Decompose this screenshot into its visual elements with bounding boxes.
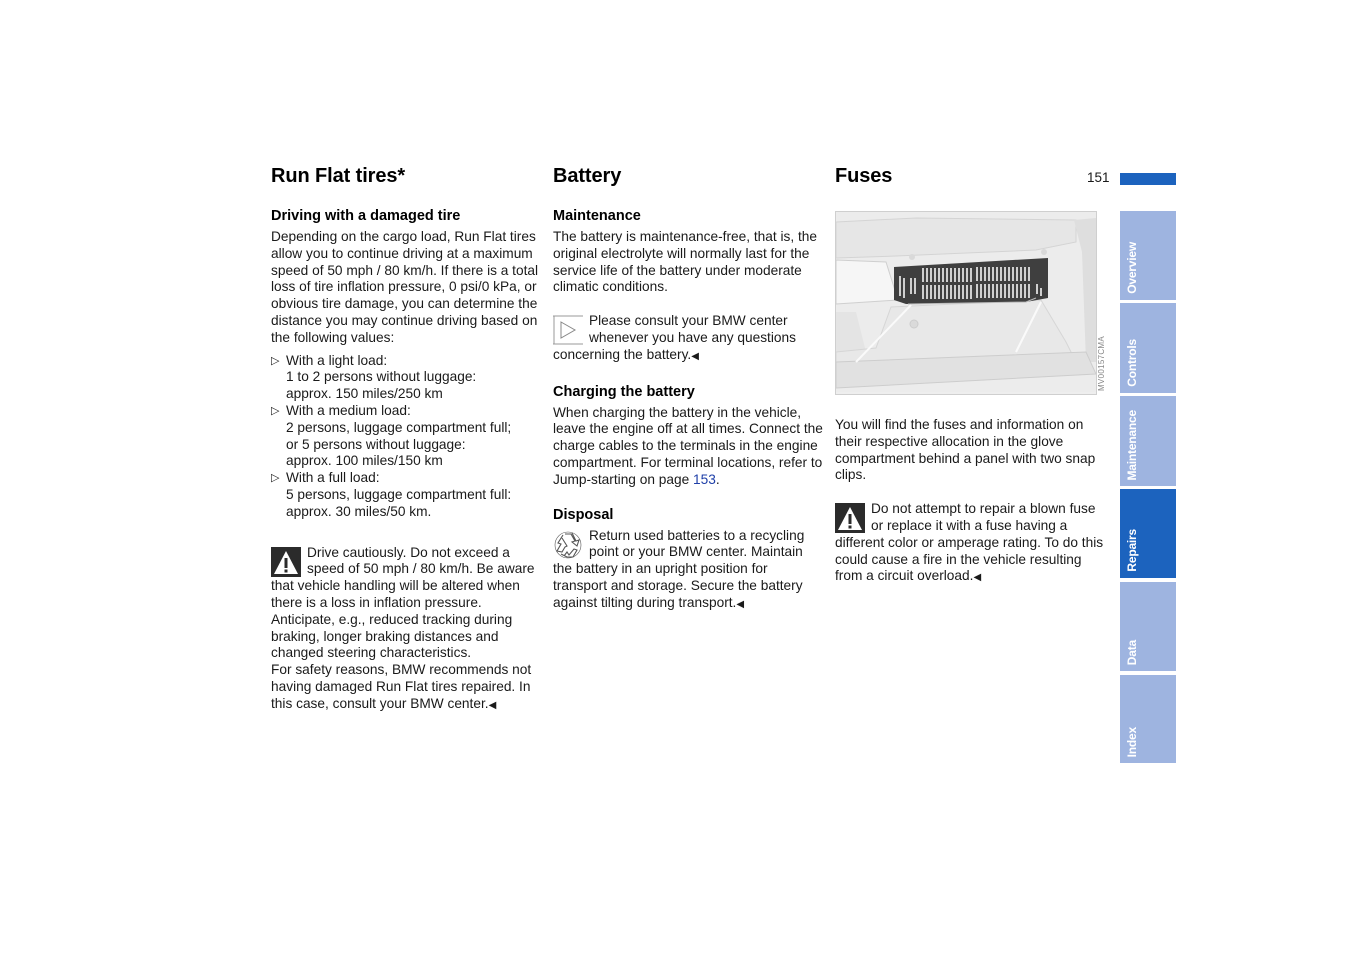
fuse-row-top — [922, 267, 1030, 282]
triangle-bullet-icon: ▷ — [271, 404, 280, 417]
load-item-full: ▷ With a full load: 5 persons, luggage c… — [271, 470, 512, 519]
charging-heading: Charging the battery — [553, 383, 695, 400]
tab-controls[interactable]: Controls — [1120, 303, 1176, 393]
tab-maintenance[interactable]: Maintenance — [1120, 396, 1176, 486]
tab-repairs[interactable]: Repairs — [1120, 489, 1176, 578]
maintenance-text: The battery is maintenance-free, that is… — [553, 229, 817, 295]
fuses-title: Fuses — [835, 165, 893, 187]
run-flat-warning: Drive cautiously. Do not exceed a speed … — [271, 544, 535, 711]
fuses-warning: Do not attempt to repair a blown fuse or… — [835, 501, 1104, 584]
fuses-text: You will find the fuses and information … — [835, 417, 1096, 483]
load-item-light: ▷ With a light load: 1 to 2 persons with… — [271, 352, 477, 402]
run-flat-title: Run Flat tires* — [271, 165, 406, 187]
page-accent-bar — [1120, 173, 1176, 185]
tab-index[interactable]: Index — [1120, 675, 1176, 763]
tab-data[interactable]: Data — [1120, 582, 1176, 671]
triangle-bullet-icon: ▷ — [271, 354, 280, 367]
battery-section: Battery Maintenance The battery is maint… — [553, 163, 825, 614]
page-link[interactable]: 153 — [693, 472, 716, 487]
fuse-row-bottom — [922, 284, 1030, 299]
charging-text: When charging the battery in the vehicle… — [553, 404, 823, 487]
disposal-heading: Disposal — [553, 506, 614, 523]
disposal-note: Return used batteries to a recycling poi… — [553, 527, 805, 610]
maintenance-heading: Maintenance — [553, 208, 641, 224]
glove-compartment-fuse-figure — [835, 211, 1097, 395]
end-mark-icon: ◀ — [736, 598, 745, 610]
recycle-icon — [553, 530, 583, 560]
figure-caption: MV00157CMA — [1097, 336, 1106, 392]
damaged-tire-heading: Driving with a damaged tire — [271, 208, 461, 224]
warning-icon — [271, 546, 301, 577]
fuses-section: Fuses You will find the fuses and inform… — [835, 163, 1107, 587]
triangle-bullet-icon: ▷ — [271, 472, 280, 485]
load-item-medium: ▷ With a medium load: 2 persons, luggage… — [271, 402, 512, 469]
battery-title: Battery — [553, 165, 622, 187]
run-flat-intro: Depending on the cargo load, Run Flat ti… — [271, 229, 539, 345]
end-mark-icon: ◀ — [488, 699, 497, 711]
tab-overview[interactable]: Overview — [1120, 211, 1176, 300]
page-number: 151 — [1087, 170, 1110, 185]
note-arrow-icon — [553, 315, 583, 345]
end-mark-icon: ◀ — [973, 572, 982, 584]
battery-note: Please consult your BMW center whenever … — [553, 313, 796, 362]
end-mark-icon: ◀ — [691, 350, 699, 362]
warning-icon — [835, 503, 865, 534]
run-flat-section: Run Flat tires* Driving with a damaged t… — [271, 163, 543, 715]
load-list: ▷ With a light load: 1 to 2 persons with… — [271, 353, 543, 521]
